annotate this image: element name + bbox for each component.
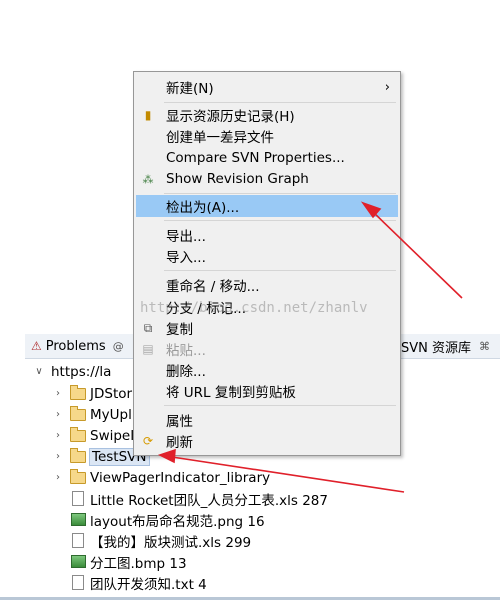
menu-item-delete[interactable]: 删除... xyxy=(134,359,400,381)
folder-icon xyxy=(70,447,86,464)
folder-icon xyxy=(70,468,86,485)
tree-item[interactable]: 分工图.bmp 13 xyxy=(70,551,187,572)
tree-item-label: layout布局命名规范.png 16 xyxy=(90,513,265,530)
menu-separator xyxy=(164,405,396,406)
menu-item-compare-properties[interactable]: Compare SVN Properties... xyxy=(134,147,400,169)
chevron-right-icon[interactable]: › xyxy=(52,451,64,462)
history-icon: ▮ xyxy=(144,108,152,122)
tree-item[interactable]: Little Rocket团队_人员分工表.xls 287 xyxy=(70,488,328,509)
image-file-icon xyxy=(70,555,86,569)
menu-item-copy-url[interactable]: 将 URL 复制到剪贴板 xyxy=(134,380,400,402)
tree-item-label: Little Rocket团队_人员分工表.xls 287 xyxy=(90,492,328,509)
menu-item-rename-move[interactable]: 重命名 / 移动... xyxy=(134,274,400,296)
menu-separator xyxy=(164,193,396,194)
menu-item-show-history[interactable]: ▮ 显示资源历史记录(H) xyxy=(134,104,400,126)
paste-icon: ▤ xyxy=(142,342,154,356)
watermark: http://blog.csdn.net/zhanlv xyxy=(140,300,368,316)
menu-item-properties[interactable]: 属性 xyxy=(134,409,400,431)
menu-separator xyxy=(164,102,396,103)
chevron-down-icon[interactable]: ∨ xyxy=(33,366,45,377)
chevron-right-icon[interactable]: › xyxy=(52,430,64,441)
tree-item-label: 团队开发须知.txt 4 xyxy=(90,576,207,593)
tab-problems[interactable]: ⚠ Problems @ xyxy=(31,334,124,358)
menu-item-checkout-as[interactable]: 检出为(A)... xyxy=(136,195,398,217)
refresh-icon: ⟳ xyxy=(142,434,154,448)
menu-item-export[interactable]: 导出... xyxy=(134,224,400,246)
menu-item-paste[interactable]: ▤ 粘贴... xyxy=(134,338,400,360)
file-icon xyxy=(70,575,86,590)
menu-item-import[interactable]: 导入... xyxy=(134,245,400,267)
folder-icon xyxy=(70,405,86,422)
menu-separator xyxy=(164,220,396,221)
folder-icon xyxy=(70,426,86,443)
image-file-icon xyxy=(70,513,86,527)
tree-item-label: 【我的】版块测试.xls 299 xyxy=(90,534,252,551)
tree-item[interactable]: › SwipeI xyxy=(52,425,134,446)
close-icon[interactable]: ⌘ xyxy=(479,340,490,353)
chevron-right-icon[interactable]: › xyxy=(52,409,64,420)
menu-item-revision-graph[interactable]: ⁂ Show Revision Graph xyxy=(134,168,400,190)
tree-item[interactable]: › ViewPagerIndicator_library xyxy=(52,467,270,488)
tab-svn-repository[interactable]: SVN 资源库 ⌘ xyxy=(401,334,490,358)
tree-item[interactable]: › JDStor xyxy=(52,383,132,404)
tab-problems-label: Problems xyxy=(45,338,106,354)
menu-item-create-diff[interactable]: 创建单一差异文件 xyxy=(134,125,400,147)
tree-item[interactable]: 【我的】版块测试.xls 299 xyxy=(70,530,251,551)
file-icon xyxy=(70,491,86,506)
tree-item-label: MyUpl xyxy=(90,406,132,423)
tree-item-label: 分工图.bmp 13 xyxy=(90,555,187,572)
tree-item-label: ViewPagerIndicator_library xyxy=(90,469,271,486)
submenu-arrow-icon: › xyxy=(384,79,390,95)
problems-icon: ⚠ xyxy=(31,339,42,353)
tree-root[interactable]: ∨ https://la xyxy=(33,361,111,382)
menu-separator xyxy=(164,270,396,271)
tree-item[interactable]: › MyUpl xyxy=(52,404,132,425)
tree-item[interactable]: layout布局命名规范.png 16 xyxy=(70,509,265,530)
tree-item[interactable]: 团队开发须知.txt 4 xyxy=(70,572,207,593)
revision-graph-icon: ⁂ xyxy=(142,172,154,186)
tab-problems-suffix: @ xyxy=(112,339,124,353)
tree-root-label: https://la xyxy=(51,363,112,380)
file-icon xyxy=(70,533,86,548)
chevron-right-icon[interactable]: › xyxy=(52,472,64,483)
copy-icon: ⧉ xyxy=(143,320,153,335)
menu-item-copy[interactable]: ⧉ 复制 xyxy=(134,317,400,339)
tree-item-label: JDStor xyxy=(90,385,133,402)
tab-svn-label: SVN 资源库 xyxy=(401,340,472,356)
menu-item-refresh[interactable]: ⟳ 刷新 xyxy=(134,430,400,452)
context-menu: 新建(N) › ▮ 显示资源历史记录(H) 创建单一差异文件 Compare S… xyxy=(133,71,401,456)
folder-icon xyxy=(70,384,86,401)
tree-item-label: SwipeI xyxy=(90,427,135,444)
menu-item-new[interactable]: 新建(N) › xyxy=(134,76,400,98)
chevron-right-icon[interactable]: › xyxy=(52,388,64,399)
